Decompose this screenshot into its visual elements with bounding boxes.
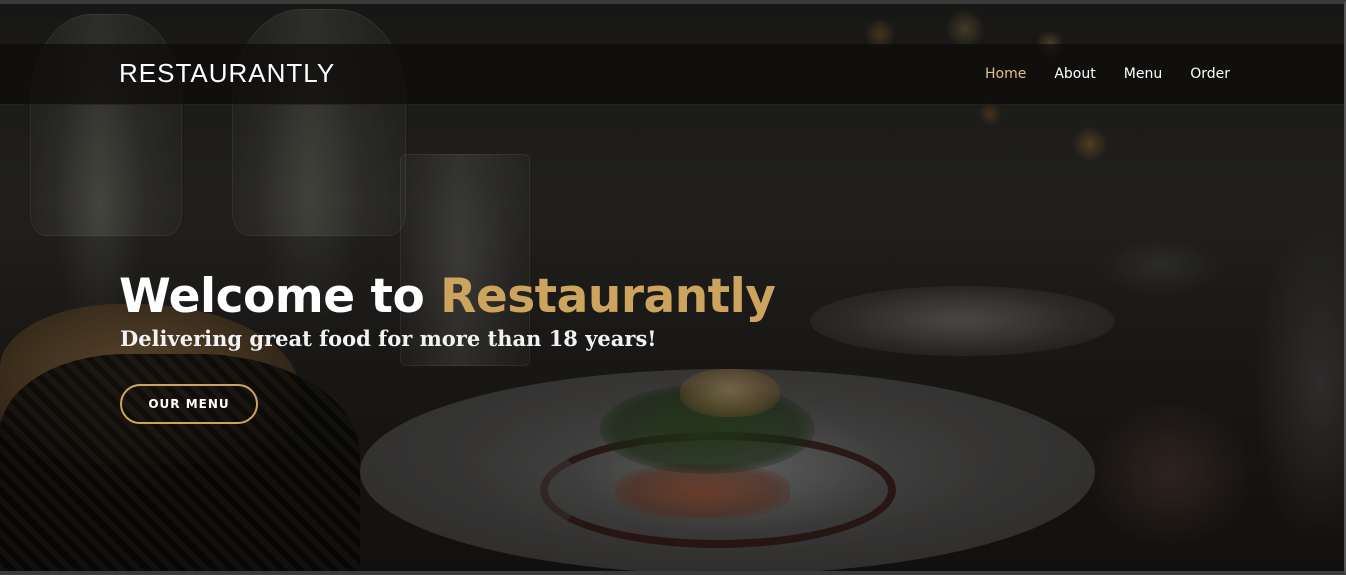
top-navbar: RESTAURANTLY Home About Menu Order <box>0 44 1344 105</box>
main-nav: Home About Menu Order <box>985 66 1230 82</box>
hero-title-prefix: Welcome to <box>119 269 441 324</box>
our-menu-button[interactable]: OUR MENU <box>120 384 258 424</box>
browser-viewport: RESTAURANTLY Home About Menu Order Welco… <box>0 0 1346 575</box>
nav-item-about[interactable]: About <box>1054 66 1095 82</box>
hero-subtitle: Delivering great food for more than 18 y… <box>120 326 657 351</box>
nav-item-menu[interactable]: Menu <box>1124 66 1162 82</box>
nav-item-home[interactable]: Home <box>985 66 1026 82</box>
hero-title: Welcome to Restaurantly <box>119 269 776 324</box>
hero-title-accent: Restaurantly <box>440 269 776 324</box>
nav-item-order[interactable]: Order <box>1190 66 1230 82</box>
brand-logo[interactable]: RESTAURANTLY <box>119 58 335 89</box>
